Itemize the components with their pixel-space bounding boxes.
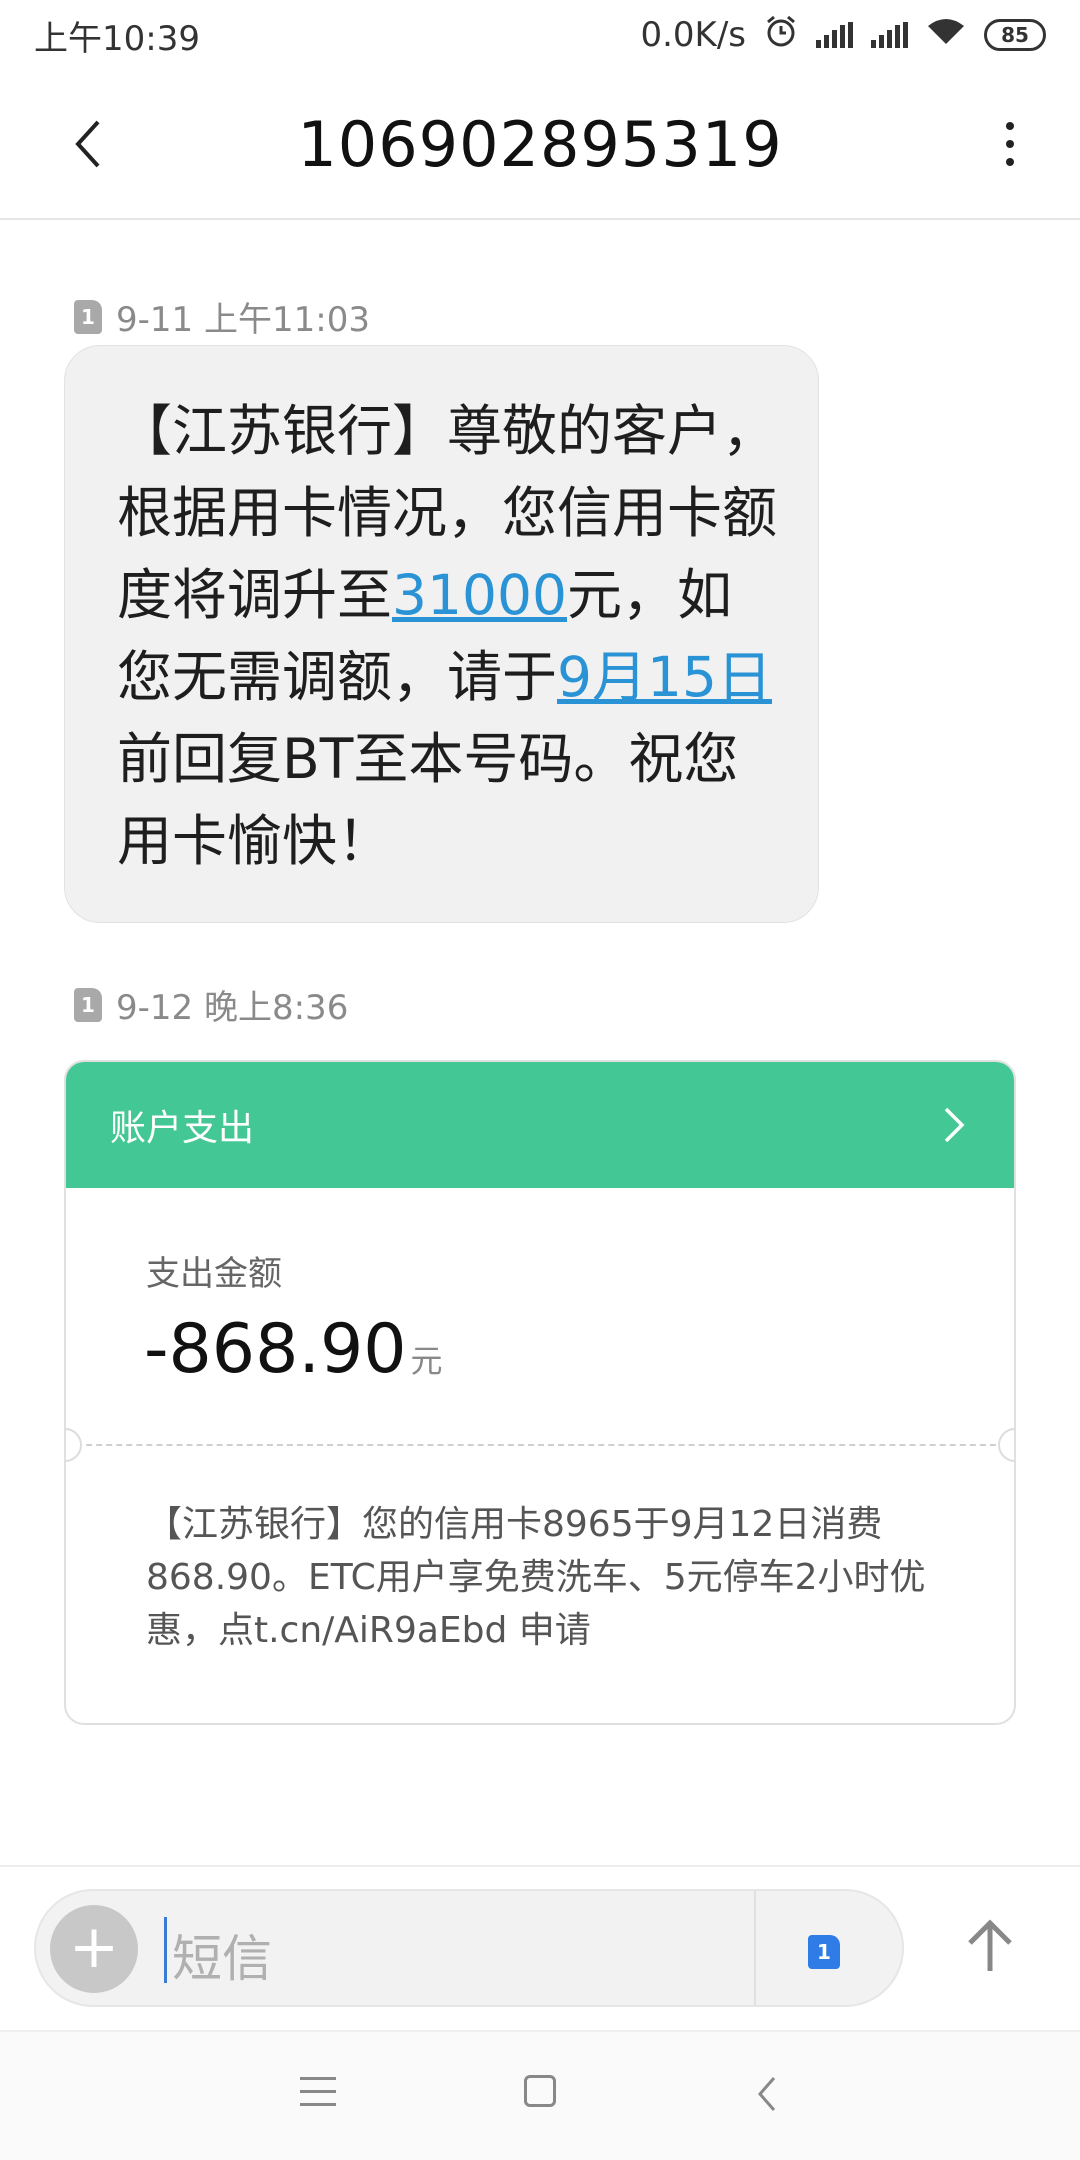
date-link[interactable]: 9月15日 xyxy=(557,645,772,709)
more-dot-icon xyxy=(1006,122,1014,130)
card-notch xyxy=(66,1428,82,1462)
chevron-right-icon xyxy=(944,1107,965,1143)
card-message-text: 【江苏银行】您的信用卡8965于9月12日消费868.90。ETC用户享免费洗车… xyxy=(146,1504,926,1651)
card-header[interactable]: 账户支出 xyxy=(66,1062,1014,1188)
transaction-card[interactable]: 账户支出 支出金额 -868.90 元 【江苏银行】您的信用卡8965于9月12日… xyxy=(64,1060,1016,1725)
amount-link[interactable]: 31000 xyxy=(392,563,567,627)
input-divider xyxy=(754,1891,756,2005)
message-bubble[interactable]: 【江苏银行】尊敬的客户，根据用卡情况，您信用卡额度将调升至31000元，如您无需… xyxy=(64,345,819,923)
signal-icon-2 xyxy=(871,22,908,48)
message-meta: 1 9-11 上午11:03 xyxy=(74,292,370,341)
signal-icon xyxy=(816,22,853,48)
status-bar: 上午10:39 0.0K/s 85 xyxy=(0,0,1080,70)
network-speed: 0.0K/s xyxy=(640,15,746,55)
status-icons: 0.0K/s 85 xyxy=(640,14,1046,57)
battery-icon: 85 xyxy=(984,19,1046,51)
message-text: 前回复BT至本号码。祝您用卡愉快！ xyxy=(117,727,739,873)
system-navigation-bar xyxy=(0,2030,1080,2160)
message-input-box[interactable]: + 短信 1 xyxy=(34,1889,904,2007)
amount-unit: 元 xyxy=(410,1342,443,1380)
sim-card-icon: 1 xyxy=(74,299,102,334)
system-back-button[interactable] xyxy=(752,2074,782,2114)
amount-label: 支出金额 xyxy=(146,1254,282,1294)
amount-value: -868.90 元 xyxy=(144,1310,443,1389)
chevron-left-icon xyxy=(758,2077,776,2111)
more-options-button[interactable] xyxy=(990,114,1030,174)
home-button[interactable] xyxy=(524,2075,556,2107)
message-meta: 1 9-12 晚上8:36 xyxy=(74,980,348,1029)
message-timestamp: 9-11 上午11:03 xyxy=(116,300,370,340)
status-time: 上午10:39 xyxy=(34,18,200,59)
conversation-title: 106902895319 xyxy=(297,107,783,181)
sim-select-button[interactable]: 1 xyxy=(808,1935,840,1969)
dashed-divider xyxy=(66,1444,1014,1446)
recent-apps-button[interactable] xyxy=(300,2077,336,2109)
chevron-left-icon xyxy=(75,120,100,168)
send-button[interactable] xyxy=(960,1911,1020,1981)
sms-conversation-screen: 上午10:39 0.0K/s 85 106902895319 1 9-11 上午… xyxy=(0,0,1080,2160)
compose-bar: + 短信 1 xyxy=(0,1865,1080,2030)
message-timestamp: 9-12 晚上8:36 xyxy=(116,988,349,1028)
back-button[interactable] xyxy=(60,114,120,174)
wifi-icon xyxy=(926,15,966,55)
more-dot-icon xyxy=(1006,158,1014,166)
amount-number: -868.90 xyxy=(144,1310,407,1389)
conversation-header: 106902895319 xyxy=(0,70,1080,220)
arrow-up-icon xyxy=(968,1919,1012,1971)
sim-card-icon: 1 xyxy=(74,987,102,1022)
more-dot-icon xyxy=(1006,140,1014,148)
alarm-icon xyxy=(764,14,798,57)
card-notch xyxy=(998,1428,1014,1462)
card-header-title: 账户支出 xyxy=(110,1108,255,1149)
add-attachment-button[interactable]: + xyxy=(50,1905,138,1993)
message-input[interactable]: 短信 xyxy=(172,1919,272,1991)
text-cursor xyxy=(164,1917,167,1983)
